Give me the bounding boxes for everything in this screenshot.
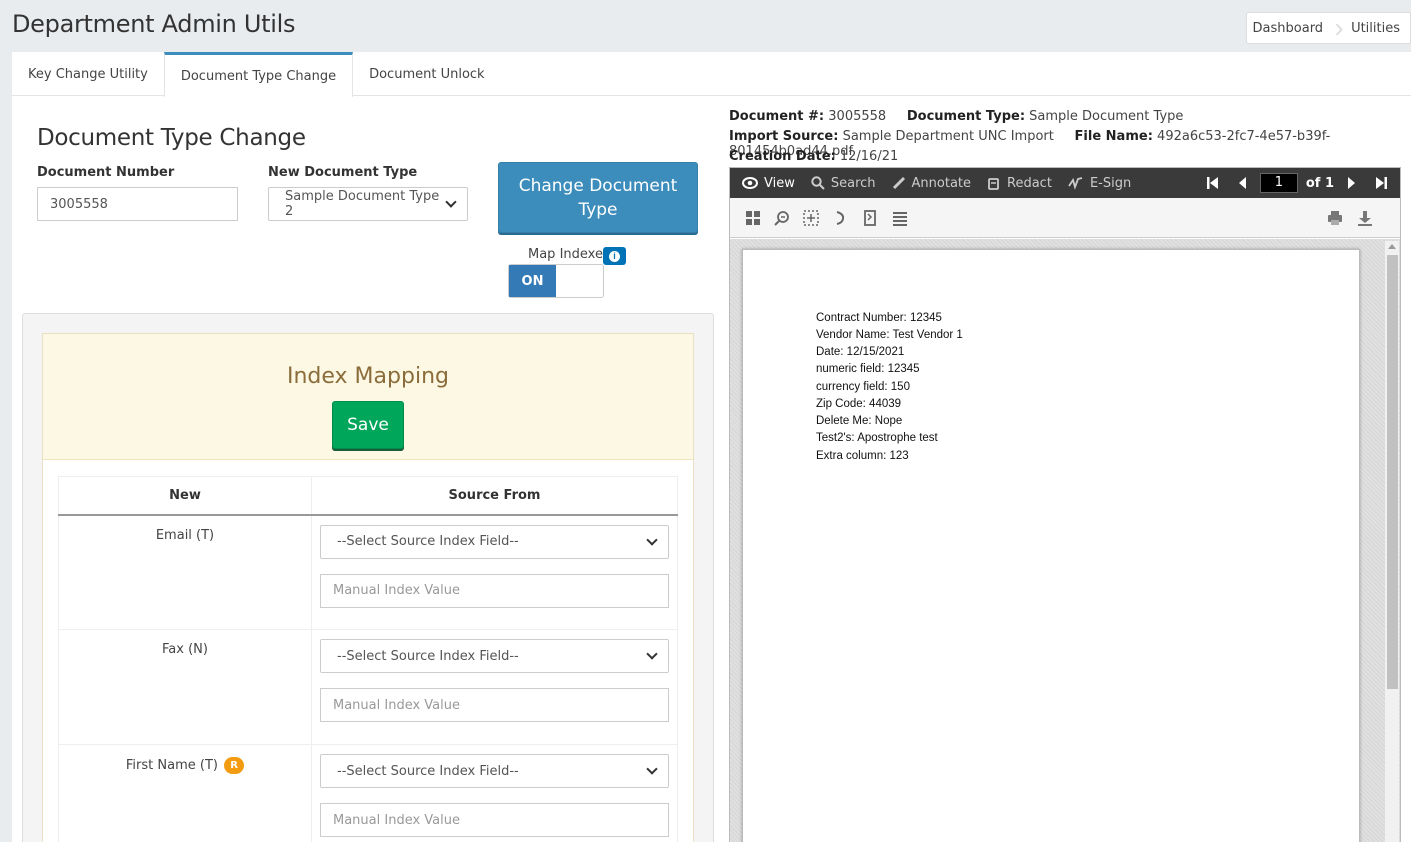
column-header-source-from: Source From [311, 476, 678, 516]
document-page: Contract Number: 12345 Vendor Name: Test… [742, 249, 1360, 842]
index-name: First Name (T) R [58, 744, 312, 842]
map-indexes-label: Map Indexes [528, 247, 610, 262]
table-row: First Name (T) R --Select Source Index F… [58, 744, 678, 842]
doc-text-line: Test2's: Apostrophe test [816, 432, 938, 444]
tab-document-type-change[interactable]: Document Type Change [163, 52, 354, 97]
info-icon[interactable]: i [603, 247, 626, 265]
breadcrumb-separator-icon: › [1334, 12, 1344, 43]
doc-text-line: Date: 12/15/2021 [816, 346, 905, 358]
change-document-type-button[interactable]: Change Document Type [498, 162, 698, 233]
tool-redact[interactable]: Redact [987, 176, 1052, 191]
table-row: Email (T) --Select Source Index Field-- … [58, 514, 678, 630]
chevron-down-icon [646, 763, 658, 775]
column-header-new: New [58, 476, 312, 516]
document-viewer: View Search Annotate Redact E-Sign 1 of … [729, 167, 1401, 842]
save-button[interactable]: Save [332, 401, 404, 449]
pager: 1 of 1 [1206, 168, 1388, 198]
viewer-secondary-toolbar [730, 198, 1400, 238]
main-card: Key Change Utility Document Type Change … [12, 52, 1411, 842]
doc-text-line: Extra column: 123 [816, 450, 909, 462]
index-mapping-title: Index Mapping [287, 364, 449, 389]
index-name: Fax (N) [58, 629, 312, 745]
source-cell: --Select Source Index Field-- Manual Ind… [311, 744, 678, 842]
manual-index-value-input[interactable]: Manual Index Value [320, 803, 669, 837]
redact-icon [988, 178, 999, 190]
tab-document-unlock[interactable]: Document Unlock [353, 52, 500, 96]
fit-page-icon[interactable] [803, 210, 819, 226]
viewer-scrollbar[interactable] [1385, 241, 1399, 842]
source-cell: --Select Source Index Field-- Manual Ind… [311, 514, 678, 630]
new-document-type-value: Sample Document Type 2 [285, 189, 440, 219]
chevron-down-icon [445, 196, 457, 208]
tool-search[interactable]: Search [811, 176, 876, 191]
doc-text-line: currency field: 150 [816, 381, 910, 393]
thumbnails-icon[interactable] [745, 210, 761, 226]
toggle-on-label: ON [509, 265, 556, 297]
download-icon[interactable] [1357, 210, 1373, 226]
tool-esign[interactable]: E-Sign [1068, 176, 1131, 191]
source-index-select[interactable]: --Select Source Index Field-- [320, 524, 669, 559]
table-row: Fax (N) --Select Source Index Field-- Ma… [58, 629, 678, 745]
page-total: of 1 [1305, 175, 1334, 191]
doc-text-line: Contract Number: 12345 [816, 312, 942, 324]
manual-index-value-input[interactable]: Manual Index Value [320, 688, 669, 722]
breadcrumb-dashboard[interactable]: Dashboard [1247, 13, 1334, 43]
doc-text-line: Zip Code: 44039 [816, 398, 902, 410]
signature-icon [1068, 177, 1083, 190]
index-mapping-table: New Source From Email (T) --Select Sourc… [58, 476, 678, 842]
search-icon [811, 176, 825, 190]
chevron-down-icon [646, 533, 658, 546]
single-page-icon[interactable] [862, 210, 878, 226]
map-indexes-toggle[interactable]: ON [508, 264, 604, 298]
page-number-input[interactable]: 1 [1259, 173, 1298, 193]
index-mapping-panel: Index Mapping Save New Source From Email… [42, 333, 694, 842]
prev-page-icon[interactable] [1236, 176, 1250, 190]
new-document-type-select[interactable]: Sample Document Type 2 [268, 187, 468, 221]
section-title: Document Type Change [37, 125, 306, 151]
last-page-icon[interactable] [1374, 176, 1388, 190]
source-index-select[interactable]: --Select Source Index Field-- [320, 639, 669, 673]
chevron-down-icon [646, 648, 658, 660]
page-header-title: Department Admin Utils [12, 10, 296, 38]
new-document-type-label: New Document Type [268, 165, 418, 180]
scrollbar-thumb[interactable] [1387, 255, 1398, 689]
eye-icon [742, 177, 758, 189]
tool-annotate[interactable]: Annotate [892, 176, 971, 191]
manual-index-value-input[interactable]: Manual Index Value [320, 573, 669, 608]
index-name: Email (T) [58, 514, 312, 630]
viewer-toolbar: View Search Annotate Redact E-Sign 1 of … [730, 168, 1400, 198]
doc-text-line: Delete Me: Nope [816, 415, 903, 427]
index-mapping-header: Index Mapping Save [43, 334, 693, 460]
document-number-input[interactable]: 3005558 [37, 187, 238, 221]
source-index-select[interactable]: --Select Source Index Field-- [320, 754, 669, 788]
doc-text-line: Vendor Name: Test Vendor 1 [816, 329, 963, 341]
tab-bar: Key Change Utility Document Type Change … [12, 52, 1411, 97]
document-meta-line1: Document #: 3005558 Document Type: Sampl… [729, 109, 1184, 124]
tool-view[interactable]: View [742, 176, 795, 191]
continuous-scroll-icon[interactable] [892, 210, 908, 226]
doc-text-line: numeric field: 12345 [816, 363, 920, 375]
next-page-icon[interactable] [1344, 176, 1358, 190]
tab-key-change-utility[interactable]: Key Change Utility [12, 52, 164, 96]
breadcrumb-utilities[interactable]: Utilities [1345, 13, 1410, 43]
viewer-canvas[interactable]: Contract Number: 12345 Vendor Name: Test… [730, 239, 1400, 842]
scroll-up-icon[interactable] [1388, 244, 1396, 249]
document-meta-line3: Creation Date: 12/16/21 [729, 149, 899, 164]
zoom-in-icon[interactable] [774, 210, 790, 226]
source-cell: --Select Source Index Field-- Manual Ind… [311, 629, 678, 745]
print-icon[interactable] [1327, 210, 1343, 226]
first-page-icon[interactable] [1206, 176, 1220, 190]
document-number-label: Document Number [37, 165, 175, 180]
breadcrumb: Dashboard › Utilities [1245, 12, 1411, 44]
pencil-icon [892, 176, 905, 190]
required-badge: R [224, 757, 245, 774]
rotate-icon[interactable] [832, 210, 848, 226]
